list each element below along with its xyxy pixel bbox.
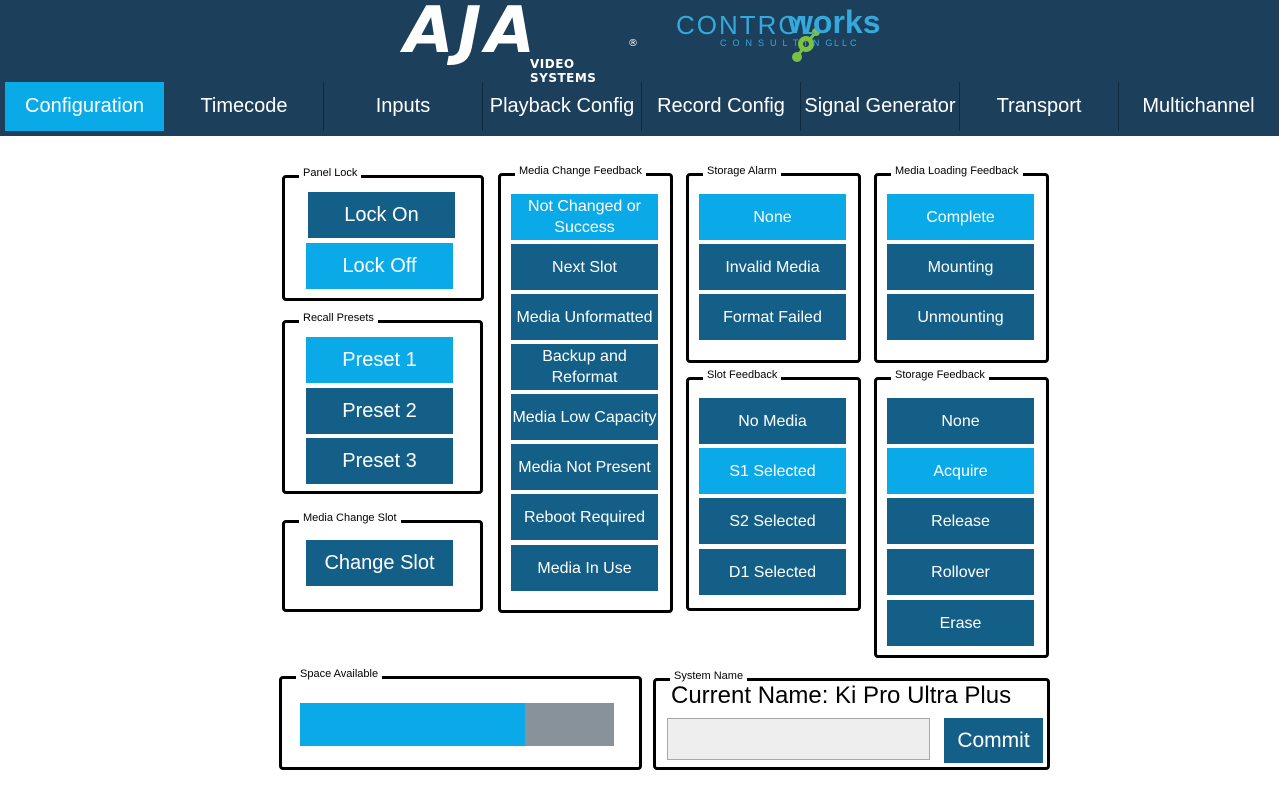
rollover-button[interactable]: Rollover <box>887 549 1034 595</box>
aja-logo-text: AJA <box>404 0 539 68</box>
slot-feedback-title: Slot Feedback <box>703 369 782 381</box>
storage-feedback-title: Storage Feedback <box>891 369 989 381</box>
release-button[interactable]: Release <box>887 498 1034 544</box>
controlworks-llc-text: LLC <box>834 38 860 48</box>
lock-off-button[interactable]: Lock Off <box>306 243 453 289</box>
next-slot-button[interactable]: Next Slot <box>511 244 658 290</box>
current-system-name: Current Name: Ki Pro Ultra Plus <box>671 682 1012 709</box>
unmounting-button[interactable]: Unmounting <box>887 294 1034 340</box>
media-change-slot-title: Media Change Slot <box>299 512 401 524</box>
preset-2-button[interactable]: Preset 2 <box>306 388 453 434</box>
space-available-bar <box>300 703 614 746</box>
tab-record-config[interactable]: Record Config <box>642 82 801 131</box>
backup-and-reformat-button[interactable]: Backup and Reformat <box>511 344 658 390</box>
storage-alarm-title: Storage Alarm <box>703 165 781 177</box>
storage-alarm-none-button[interactable]: None <box>699 194 846 240</box>
aja-logo: AJA ® VIDEO SYSTEMS <box>404 0 640 85</box>
media-in-use-button[interactable]: Media In Use <box>511 545 658 591</box>
media-unformatted-button[interactable]: Media Unformatted <box>511 294 658 340</box>
format-failed-button[interactable]: Format Failed <box>699 294 846 340</box>
tab-signal-generator[interactable]: Signal Generator <box>801 82 960 131</box>
controlworks-logo: CONTROL works CONSULTING LLC <box>676 2 886 64</box>
change-slot-button[interactable]: Change Slot <box>306 540 453 586</box>
panel-lock-title: Panel Lock <box>299 167 362 179</box>
s1-selected-button[interactable]: S1 Selected <box>699 448 846 494</box>
storage-feedback-none-button[interactable]: None <box>887 398 1034 444</box>
tab-multichannel[interactable]: Multichannel <box>1119 82 1278 131</box>
acquire-button[interactable]: Acquire <box>887 448 1034 494</box>
media-low-capacity-button[interactable]: Media Low Capacity <box>511 394 658 440</box>
header: AJA ® VIDEO SYSTEMS CONTROL works CONSUL… <box>0 0 1279 136</box>
space-available-fill <box>300 703 526 746</box>
lock-on-button[interactable]: Lock On <box>308 192 455 238</box>
invalid-media-button[interactable]: Invalid Media <box>699 244 846 290</box>
tab-timecode[interactable]: Timecode <box>165 82 324 131</box>
mounting-button[interactable]: Mounting <box>887 244 1034 290</box>
commit-button[interactable]: Commit <box>944 718 1043 763</box>
media-not-present-button[interactable]: Media Not Present <box>511 444 658 490</box>
tab-configuration[interactable]: Configuration <box>5 82 164 131</box>
media-loading-feedback-title: Media Loading Feedback <box>891 165 1023 177</box>
tab-inputs[interactable]: Inputs <box>324 82 483 131</box>
not-changed-or-success-button[interactable]: Not Changed or Success <box>511 194 658 240</box>
main-nav: Configuration Timecode Inputs Playback C… <box>0 82 1279 132</box>
system-name-input[interactable] <box>667 718 930 760</box>
controlworks-consulting-text: CONSULTING <box>720 38 839 48</box>
preset-1-button[interactable]: Preset 1 <box>306 337 453 383</box>
preset-3-button[interactable]: Preset 3 <box>306 438 453 484</box>
media-change-feedback-title: Media Change Feedback <box>515 165 646 177</box>
system-name-title: System Name <box>670 670 748 682</box>
recall-presets-title: Recall Presets <box>299 312 378 324</box>
tab-playback-config[interactable]: Playback Config <box>483 82 642 131</box>
space-available-title: Space Available <box>296 668 383 680</box>
d1-selected-button[interactable]: D1 Selected <box>699 549 846 595</box>
controlworks-works-text: works <box>788 4 881 40</box>
reboot-required-button[interactable]: Reboot Required <box>511 494 658 540</box>
aja-logo-subtitle: VIDEO SYSTEMS <box>530 57 597 85</box>
erase-button[interactable]: Erase <box>887 600 1034 646</box>
aja-registered-mark: ® <box>628 38 638 49</box>
complete-button[interactable]: Complete <box>887 194 1034 240</box>
no-media-button[interactable]: No Media <box>699 398 846 444</box>
s2-selected-button[interactable]: S2 Selected <box>699 498 846 544</box>
tab-transport[interactable]: Transport <box>960 82 1119 131</box>
